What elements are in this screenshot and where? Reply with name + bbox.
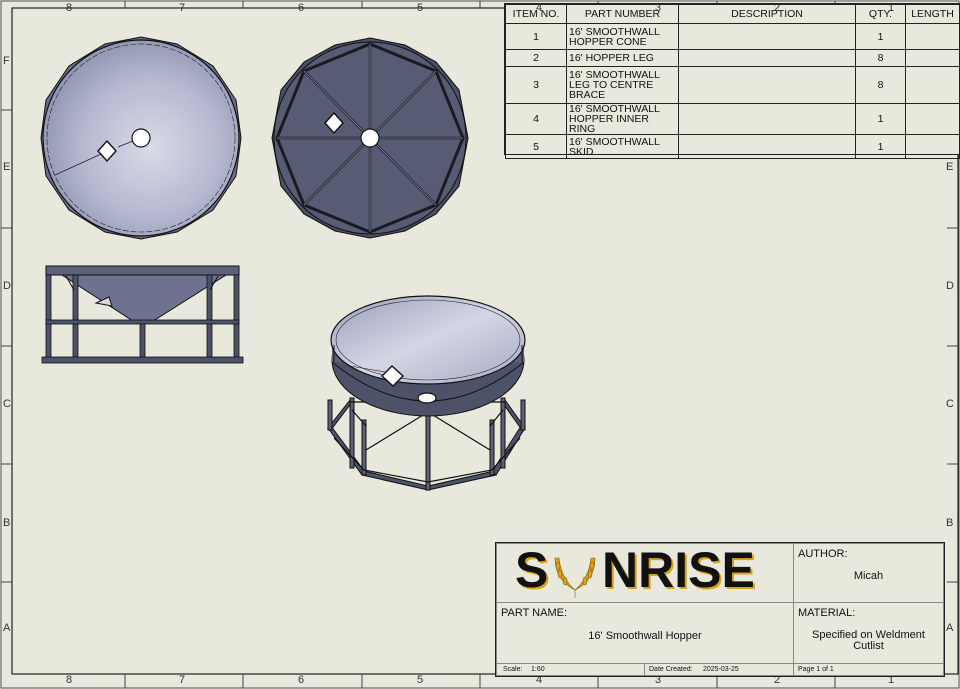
zone-row-e-left: E xyxy=(3,161,11,173)
zone-row-e-right: E xyxy=(946,161,954,173)
material-label: MATERIAL: xyxy=(798,607,856,619)
part-name-cell: PART NAME: 16' Smoothwall Hopper xyxy=(496,602,794,664)
bom-part-number: 16' SMOOTHWALL LEG TO CENTRE BRACE xyxy=(566,66,679,104)
bom-header-qty: QTY. xyxy=(855,4,906,24)
author-value: Micah xyxy=(853,570,884,582)
author-cell: AUTHOR: Micah xyxy=(793,543,944,603)
zone-row-d-right: D xyxy=(946,280,954,292)
bom-qty: 8 xyxy=(855,49,906,67)
part-name-label: PART NAME: xyxy=(501,607,568,619)
part-line: 16' SMOOTHWALL xyxy=(569,25,660,38)
material-cell: MATERIAL: Specified on Weldment Cutlist xyxy=(793,602,944,664)
bom-item-no: 5 xyxy=(505,134,567,159)
bom-item-no: 3 xyxy=(505,66,567,104)
zone-col-2-top: 2 xyxy=(774,2,781,14)
bom-header-length: LENGTH xyxy=(905,4,960,24)
bom-header-description: DESCRIPTION xyxy=(678,4,856,24)
page-cell: Page 1 of 1 xyxy=(793,663,944,676)
zone-col-5-top: 5 xyxy=(417,2,424,14)
zone-row-f-left: F xyxy=(3,55,10,67)
part-line: 16' HOPPER LEG xyxy=(569,52,654,64)
part-line: BRACE xyxy=(569,89,606,101)
zone-col-7-bottom: 7 xyxy=(179,674,186,686)
zone-row-c-left: C xyxy=(3,398,11,410)
front-view xyxy=(41,265,244,364)
bom-item-no: 2 xyxy=(505,49,567,67)
bom-row: 2 16' HOPPER LEG 8 xyxy=(505,49,960,67)
zone-col-4-top: 4 xyxy=(536,2,543,14)
part-line: SKID xyxy=(569,145,594,158)
sunrise-logo: S S NRISE NRISE xyxy=(515,542,757,600)
part-name-value: 16' Smoothwall Hopper xyxy=(588,630,702,642)
date-label: Date Created: xyxy=(649,666,693,673)
bom-item-no: 1 xyxy=(505,23,567,50)
drawing-sheet: 8 7 6 5 8 7 6 5 4 3 2 1 F E D C B A F E … xyxy=(0,0,960,689)
zone-col-8-top: 8 xyxy=(66,2,73,14)
bom-table: ITEM NO. PART NUMBER DESCRIPTION QTY. LE… xyxy=(505,4,960,159)
title-block: S S NRISE NRISE AUTHOR: Micah PART NAME:… xyxy=(495,542,945,677)
bom-item-no: 4 xyxy=(505,103,567,135)
bom-row: 5 16' SMOOTHWALL SKID 1 xyxy=(505,134,960,159)
bom-description xyxy=(678,134,856,159)
bom-description xyxy=(678,49,856,67)
bom-qty: 1 xyxy=(855,103,906,135)
bom-description xyxy=(678,23,856,50)
bom-length xyxy=(905,103,960,135)
bill-of-materials: ITEM NO. PART NUMBER DESCRIPTION QTY. LE… xyxy=(504,3,960,159)
date-value: 2025-03-25 xyxy=(703,666,739,673)
zone-col-3-top: 3 xyxy=(655,2,662,14)
bom-length xyxy=(905,134,960,159)
date-cell: Date Created: 2025-03-25 xyxy=(644,663,794,676)
bom-length xyxy=(905,66,960,104)
material-line-2: Cutlist xyxy=(853,640,884,652)
isometric-view xyxy=(327,295,526,491)
logo-letter-s: S xyxy=(515,544,548,598)
bottom-view-frame xyxy=(271,37,469,239)
wheat-icon xyxy=(554,557,596,598)
bom-row: 3 16' SMOOTHWALL LEG TO CENTRE BRACE 8 xyxy=(505,66,960,104)
author-label: AUTHOR: xyxy=(798,548,848,560)
part-line: 16' SMOOTHWALL xyxy=(569,135,660,148)
bom-row: 1 16' SMOOTHWALL HOPPER CONE 1 xyxy=(505,23,960,50)
zone-col-1-top: 1 xyxy=(888,2,895,14)
bom-header-part-number: PART NUMBER xyxy=(566,4,679,24)
bom-length xyxy=(905,49,960,67)
scale-cell: Scale: 1:60 xyxy=(496,663,645,676)
bom-description xyxy=(678,103,856,135)
bom-part-number: 16' SMOOTHWALL HOPPER INNER RING xyxy=(566,103,679,135)
zone-col-7-top: 7 xyxy=(179,2,186,14)
logo-text: NRISE xyxy=(602,544,755,598)
bom-part-number: 16' SMOOTHWALL SKID xyxy=(566,134,679,159)
zone-row-c-right: C xyxy=(946,398,954,410)
bom-part-number: 16' HOPPER LEG xyxy=(566,49,679,67)
zone-col-6-bottom: 6 xyxy=(298,674,305,686)
bom-qty: 1 xyxy=(855,134,906,159)
zone-row-b-left: B xyxy=(3,517,11,529)
zone-col-6-top: 6 xyxy=(298,2,305,14)
part-line: HOPPER CONE xyxy=(569,35,647,48)
bom-qty: 1 xyxy=(855,23,906,50)
zone-col-5-bottom: 5 xyxy=(417,674,424,686)
zone-row-b-right: B xyxy=(946,517,954,529)
zone-row-d-left: D xyxy=(3,280,11,292)
logo-cell: S S NRISE NRISE xyxy=(496,542,794,603)
zone-row-a-left: A xyxy=(3,622,11,634)
zone-row-a-right: A xyxy=(946,622,954,634)
scale-label: Scale: xyxy=(503,666,523,673)
top-view-cone xyxy=(40,36,242,240)
scale-value: 1:60 xyxy=(531,666,545,673)
page-value: Page 1 of 1 xyxy=(798,666,834,673)
bom-part-number: 16' SMOOTHWALL HOPPER CONE xyxy=(566,23,679,50)
bom-description xyxy=(678,66,856,104)
zone-col-8-bottom: 8 xyxy=(66,674,73,686)
bom-qty: 8 xyxy=(855,66,906,104)
bom-length xyxy=(905,23,960,50)
part-line: HOPPER INNER RING xyxy=(569,113,649,135)
bom-row: 4 16' SMOOTHWALL HOPPER INNER RING 1 xyxy=(505,103,960,135)
